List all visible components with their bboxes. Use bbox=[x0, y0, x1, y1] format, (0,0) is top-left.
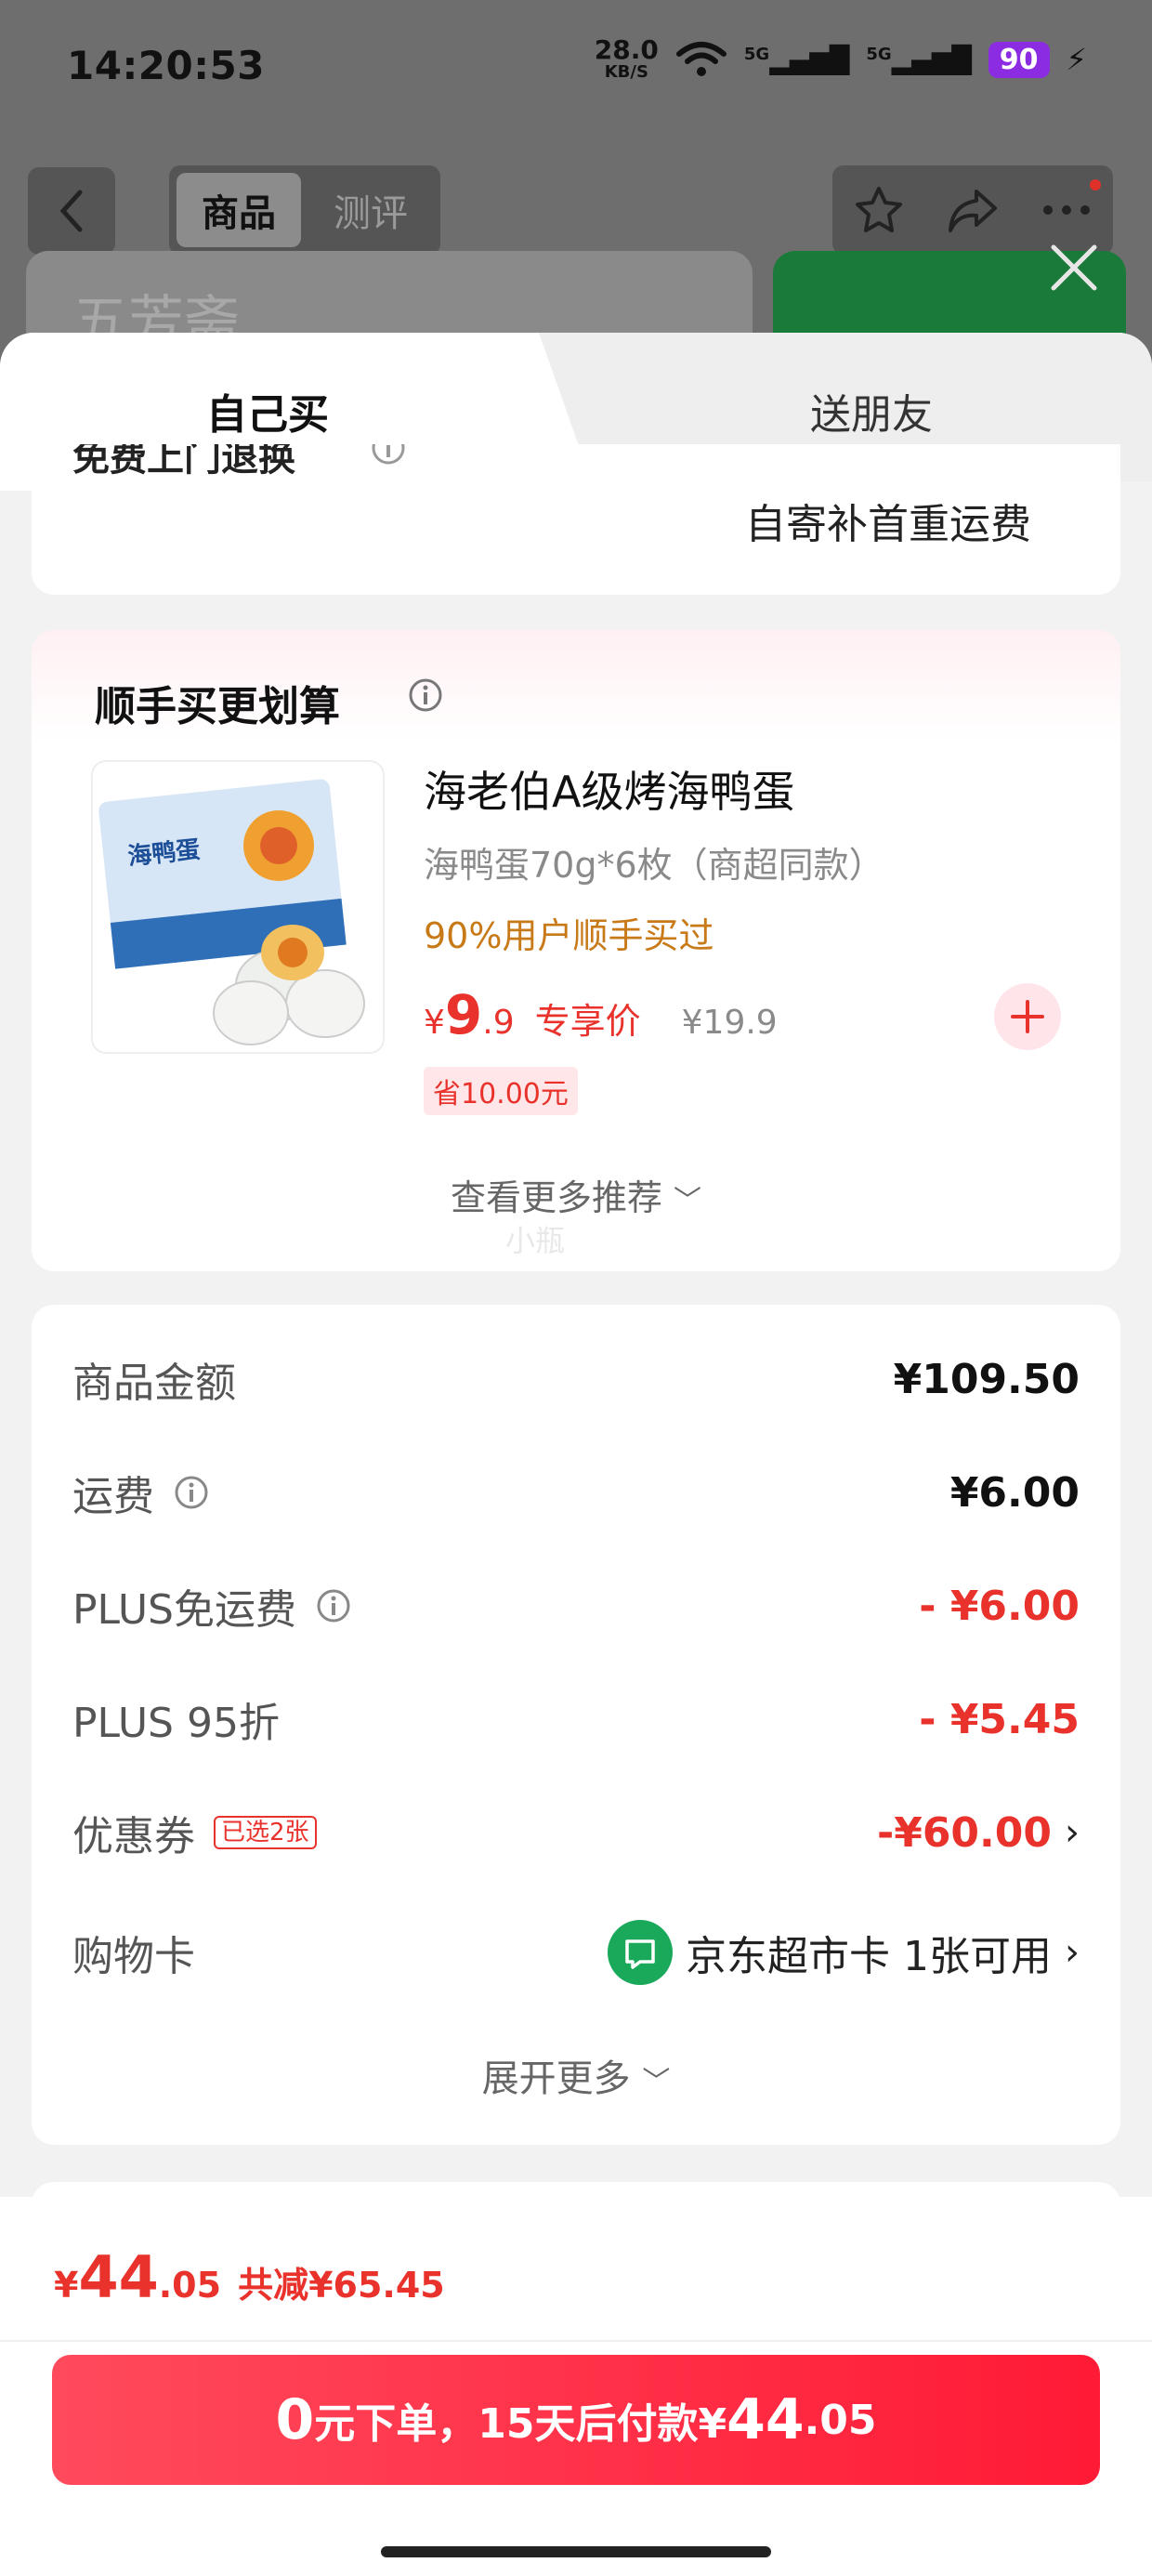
pay-zero: 0 bbox=[275, 2387, 315, 2452]
signal-2-label: 5G bbox=[866, 44, 892, 64]
tab-send-to-friend[interactable]: 送朋友 bbox=[810, 381, 933, 440]
summary-row-plus-free-shipping: PLUS免运费 - ¥6.00 bbox=[72, 1576, 1080, 1636]
expand-more-label: 展开更多 bbox=[481, 2057, 631, 2100]
total-integer: 44 bbox=[78, 2243, 159, 2311]
tab-review[interactable]: 测评 bbox=[308, 173, 433, 247]
view-more-label: 查看更多推荐 bbox=[450, 1177, 662, 1218]
network-speed-unit: KB/S bbox=[604, 62, 648, 82]
place-order-button[interactable]: 0 元下单，15天后付款¥ 44 .05 bbox=[52, 2355, 1100, 2485]
tab-product[interactable]: 商品 bbox=[177, 173, 301, 247]
plus-icon bbox=[1011, 1000, 1044, 1033]
coupon-selected-badge: 已选2张 bbox=[214, 1816, 317, 1849]
return-shipping-text: 自寄补首重运费 bbox=[745, 501, 1031, 548]
checkout-bar: ¥ 44 .05 共减¥65.45 0 元下单，15天后付款¥ 44 .05 bbox=[0, 2197, 1152, 2576]
social-proof: 90%用户顺手买过 bbox=[424, 915, 714, 956]
info-icon[interactable] bbox=[407, 677, 444, 714]
summary-label: 优惠券 bbox=[72, 1813, 195, 1860]
summary-label: PLUS免运费 bbox=[72, 1586, 296, 1634]
chevron-right-icon: › bbox=[1065, 1931, 1080, 1974]
summary-row-plus-discount: PLUS 95折 - ¥5.45 bbox=[72, 1691, 1080, 1748]
status-bar: 14:20:53 28.0 KB/S 5G▂▄▆█ 5G▂▄▆█ 90 ⚡ bbox=[0, 0, 1152, 139]
summary-label: 商品金额 bbox=[72, 1360, 236, 1407]
total-currency: ¥ bbox=[54, 2265, 79, 2306]
gift-card-available: 1张可用 bbox=[903, 1933, 1052, 1980]
summary-label: PLUS 95折 bbox=[72, 1700, 280, 1747]
status-icons: 28.0 KB/S 5G▂▄▆█ 5G▂▄▆█ 90 ⚡ bbox=[595, 37, 1087, 82]
recommend-card: 顺手买更划算 海鸭蛋 海老伯A级烤海鸭蛋 海鸭蛋70g*6枚（商超同款） 90%… bbox=[32, 630, 1120, 1271]
summary-value: ¥6.00 bbox=[949, 1468, 1080, 1517]
duck-egg-package-image: 海鸭蛋 bbox=[98, 779, 365, 1045]
exclusive-price-label: 专享价 bbox=[534, 1001, 641, 1042]
gift-card-name: 京东超市卡 bbox=[686, 1933, 890, 1980]
network-speed: 28.0 KB/S bbox=[595, 37, 659, 82]
signal-1-icon: 5G▂▄▆█ bbox=[743, 44, 850, 75]
price-integer: 9 bbox=[444, 983, 483, 1046]
total-saved: 共减¥65.45 bbox=[238, 2265, 445, 2306]
price-decimal: .9 bbox=[482, 1004, 515, 1042]
order-total: ¥ 44 .05 共减¥65.45 bbox=[54, 2243, 445, 2311]
price-currency: ¥ bbox=[424, 1004, 445, 1042]
summary-value: -¥60.00 bbox=[876, 1808, 1052, 1857]
share-icon[interactable] bbox=[945, 184, 1001, 236]
original-price: ¥19.9 bbox=[681, 1004, 778, 1042]
add-to-order-button[interactable] bbox=[994, 983, 1061, 1050]
product-spec: 海鸭蛋70g*6枚（商超同款） bbox=[424, 845, 884, 886]
watermark-text: 小瓶 bbox=[505, 1223, 566, 1258]
summary-value-group: 京东超市卡 1张可用 › bbox=[608, 1920, 1080, 1985]
close-icon[interactable] bbox=[1044, 238, 1104, 297]
summary-label-group: PLUS免运费 bbox=[72, 1576, 352, 1636]
chevron-down-icon: ﹀ bbox=[674, 1185, 702, 1217]
header-tabs: 商品 测评 bbox=[169, 165, 440, 255]
product-name[interactable]: 海老伯A级烤海鸭蛋 bbox=[424, 758, 794, 820]
battery-icon: 90 bbox=[988, 41, 1050, 78]
summary-value: - ¥6.00 bbox=[919, 1582, 1080, 1630]
chevron-left-icon bbox=[59, 190, 83, 232]
notification-dot bbox=[1087, 177, 1104, 193]
network-speed-value: 28.0 bbox=[594, 34, 659, 65]
chevron-down-icon: ﹀ bbox=[642, 2066, 671, 2098]
info-icon[interactable] bbox=[173, 1474, 210, 1511]
summary-label-group: 优惠券 已选2张 bbox=[72, 1803, 317, 1862]
summary-value: ¥109.50 bbox=[893, 1355, 1080, 1403]
summary-label-group: 运费 bbox=[72, 1463, 210, 1522]
pay-text: 元下单，15天后付款¥ bbox=[314, 2400, 727, 2448]
supermarket-card-icon bbox=[608, 1920, 673, 1985]
save-badge: 省10.00元 bbox=[424, 1067, 578, 1115]
tab-buy-for-self[interactable]: 自己买 bbox=[206, 381, 329, 440]
summary-label: 购物卡 bbox=[72, 1933, 195, 1980]
product-price: ¥ 9 .9 专享价 ¥19.9 bbox=[424, 983, 778, 1046]
expand-more-button[interactable]: 展开更多 ﹀ bbox=[32, 2048, 1120, 2102]
signal-2-icon: 5G▂▄▆█ bbox=[866, 44, 972, 75]
summary-row-shipping: 运费 ¥6.00 bbox=[72, 1463, 1080, 1522]
star-icon[interactable] bbox=[853, 184, 905, 236]
wifi-icon bbox=[675, 42, 727, 76]
home-indicator[interactable] bbox=[381, 2546, 771, 2557]
summary-row-gift-card[interactable]: 购物卡 京东超市卡 1张可用 › bbox=[72, 1920, 1080, 1985]
signal-1-label: 5G bbox=[743, 44, 770, 64]
pay-integer: 44 bbox=[727, 2387, 805, 2452]
charging-icon: ⚡ bbox=[1066, 42, 1087, 77]
summary-label: 运费 bbox=[72, 1473, 154, 1520]
info-icon[interactable] bbox=[315, 1587, 352, 1624]
back-button[interactable] bbox=[28, 167, 115, 255]
total-decimal: .05 bbox=[158, 2265, 222, 2306]
recommend-title: 顺手买更划算 bbox=[95, 683, 340, 730]
status-time: 14:20:53 bbox=[67, 43, 265, 88]
divider bbox=[0, 2340, 1152, 2342]
product-image[interactable]: 海鸭蛋 bbox=[91, 760, 385, 1054]
summary-row-goods-amount: 商品金额 ¥109.50 bbox=[72, 1351, 1080, 1408]
more-icon[interactable] bbox=[1041, 201, 1093, 219]
chevron-right-icon: › bbox=[1065, 1811, 1080, 1854]
summary-value-group: -¥60.00 › bbox=[877, 1809, 1080, 1857]
view-more-recommend[interactable]: 查看更多推荐 ﹀ bbox=[32, 1169, 1120, 1220]
order-summary-card: 商品金额 ¥109.50 运费 ¥6.00 PLUS免运费 - ¥6.00 PL… bbox=[32, 1305, 1120, 2145]
summary-value: - ¥5.45 bbox=[919, 1695, 1080, 1743]
pay-decimal: .05 bbox=[804, 2396, 877, 2444]
summary-row-coupon[interactable]: 优惠券 已选2张 -¥60.00 › bbox=[72, 1803, 1080, 1862]
